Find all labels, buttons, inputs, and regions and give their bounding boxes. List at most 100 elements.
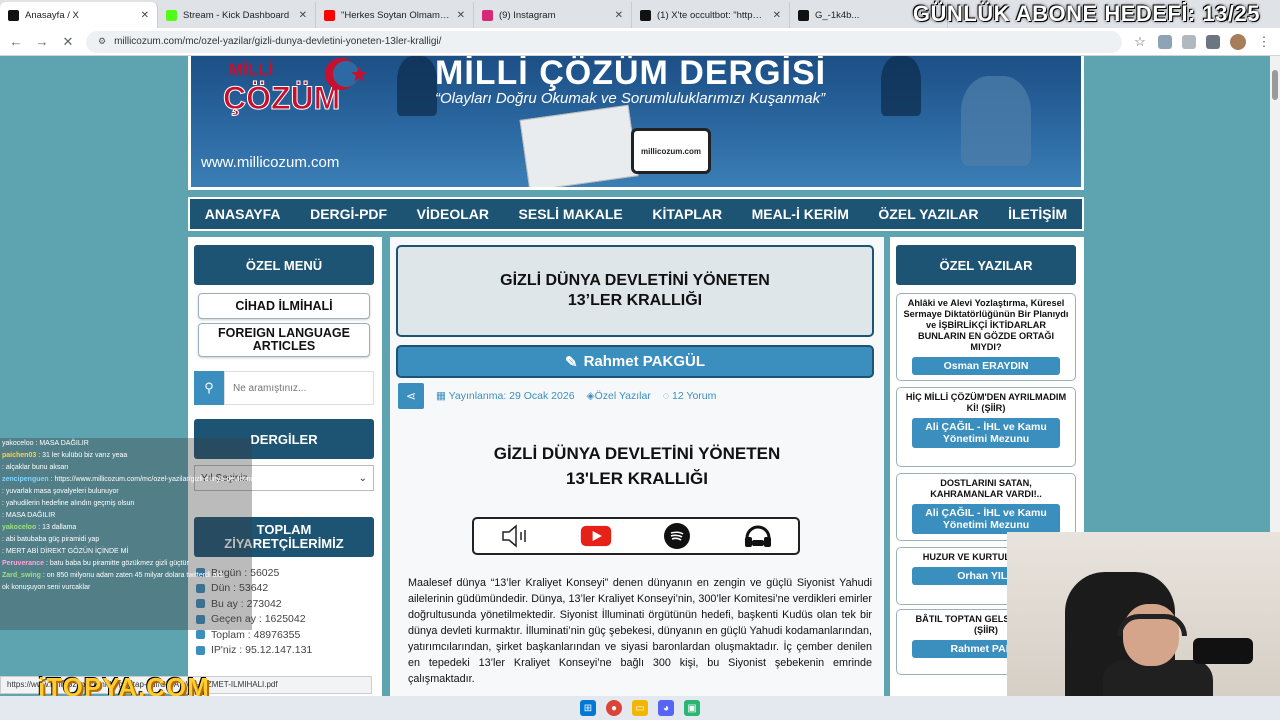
- stat-row: IP'niz : 95.12.147.131: [196, 643, 372, 659]
- chat-username: zencipenguen: [2, 476, 49, 483]
- chat-text: : alçaklar bunu aksarı: [2, 464, 69, 471]
- comments-link[interactable]: ◌ 12 Yorum: [663, 390, 717, 402]
- nav-item-videolar[interactable]: VİDEOLAR: [417, 206, 489, 222]
- app-icon[interactable]: ▣: [684, 700, 700, 716]
- chat-message: zencipenguen : https://www.millicozum.co…: [0, 474, 252, 486]
- search-icon[interactable]: ⚲: [194, 371, 224, 405]
- chat-text: : batu baba bu piramitte gözükmez gizli …: [44, 560, 189, 567]
- author-bar[interactable]: ✎ Rahmet PAKGÜL: [396, 345, 874, 378]
- site-logo[interactable]: MİLLİ ÇÖZÜM: [217, 56, 367, 126]
- browser-tab[interactable]: Anasayfa / X ✕: [0, 2, 158, 28]
- profile-avatar[interactable]: [1230, 33, 1246, 50]
- post-card[interactable]: DOSTLARINI SATAN, KAHRAMANLAR VARDI!.. A…: [896, 473, 1076, 541]
- spotify-icon[interactable]: [661, 523, 693, 549]
- chat-message: : alçaklar bunu aksarı: [0, 462, 252, 474]
- x-favicon-icon: [640, 9, 651, 21]
- bookmark-star-icon[interactable]: ☆: [1132, 34, 1148, 50]
- main-nav: ANASAYFA DERGİ-PDF VİDEOLAR SESLİ MAKALE…: [188, 197, 1084, 231]
- nav-item-kitaplar[interactable]: KİTAPLAR: [652, 206, 722, 222]
- headset-icon: [1117, 614, 1187, 636]
- browser-tab[interactable]: (1) X'te occultbot: "https://t.co/✕: [632, 2, 790, 28]
- browser-tab[interactable]: "Herkes Soytan Olmamalı" ✕: [316, 2, 474, 28]
- nav-item-ozel-yazilar[interactable]: ÖZEL YAZILAR: [878, 206, 978, 222]
- publish-date: ▦ Yayınlanma: 29 Ocak 2026: [436, 390, 575, 402]
- browser-tab[interactable]: (9) Instagram ✕: [474, 2, 632, 28]
- menu-kebab-icon[interactable]: ⋮: [1256, 34, 1272, 50]
- foreign-language-articles-button[interactable]: FOREIGN LANGUAGE ARTICLES: [198, 323, 370, 357]
- extension-icon[interactable]: [1158, 34, 1172, 49]
- file-explorer-icon[interactable]: ▭: [632, 700, 648, 716]
- chat-text: : on 850 milyonu adam zaten 45 milyar do…: [40, 572, 224, 579]
- youtube-icon[interactable]: [580, 523, 612, 549]
- category-link[interactable]: ◈Özel Yazılar: [587, 390, 651, 402]
- podcast-icon[interactable]: [742, 523, 774, 549]
- scrollbar-thumb[interactable]: [1272, 70, 1278, 100]
- magazine-cover-image: [519, 104, 639, 187]
- extension-icon[interactable]: [1182, 34, 1196, 49]
- chat-message: : yahudilerin hedefine alındın geçmiş ol…: [0, 498, 252, 510]
- post-meta: ⋖ ▦ Yayınlanma: 29 Ocak 2026 ◈Özel Yazıl…: [398, 383, 716, 409]
- chat-text: : 13 dallama: [36, 524, 77, 531]
- chat-text: : https://www.millicozum.com/mc/ozel-yaz…: [50, 476, 252, 483]
- chat-username: yakoceloo: [2, 524, 37, 531]
- soldier-silhouette-image: [397, 56, 437, 116]
- chat-message: yakoceloo : 13 dallama: [0, 522, 252, 534]
- site-info-icon[interactable]: ⚙: [98, 36, 106, 47]
- article-title: GİZLİ DÜNYA DEVLETİNİ YÖNETEN 13'LER KRA…: [493, 444, 781, 488]
- address-bar: ← → ✕ ⚙ millicozum.com/mc/ozel-yazilar/g…: [0, 28, 1280, 56]
- windows-start-icon[interactable]: ⊞: [580, 700, 596, 716]
- share-icon[interactable]: ⋖: [398, 383, 424, 409]
- article-column: GİZLİ DÜNYA DEVLETİNİ YÖNETEN 13’LER KRA…: [390, 237, 884, 696]
- post-card[interactable]: HİÇ MİLLİ ÇÖZÜM'DEN AYRILMADIM Kİ! (ŞİİR…: [896, 387, 1076, 467]
- chat-text: yakoceloo : MASA DAĞILIR: [2, 440, 89, 447]
- nav-item-iletisim[interactable]: İLETİŞİM: [1008, 206, 1067, 222]
- speaker-icon[interactable]: [499, 523, 531, 549]
- chat-username: Peruverance: [2, 560, 45, 567]
- forward-icon[interactable]: →: [34, 34, 50, 49]
- close-tab-icon[interactable]: ✕: [773, 10, 781, 21]
- chat-text: : MERT ABİ DİREKT GÖZÜN İÇİNDE Mİ: [2, 548, 129, 555]
- comment-icon: ◌: [662, 390, 673, 402]
- url-field[interactable]: ⚙ millicozum.com/mc/ozel-yazilar/gizli-d…: [86, 30, 1122, 53]
- search-input[interactable]: [224, 371, 374, 405]
- chevron-down-icon: ⌄: [358, 472, 367, 484]
- close-tab-icon[interactable]: ✕: [615, 10, 623, 21]
- nav-item-sesli-makale[interactable]: SESLİ MAKALE: [519, 206, 623, 222]
- chat-message: ok konuşuyon seni vurcaklar: [0, 582, 252, 594]
- post-title-card: GİZLİ DÜNYA DEVLETİNİ YÖNETEN 13’LER KRA…: [396, 245, 874, 337]
- chat-text: : yahudilerin hedefine alındın geçmiş ol…: [2, 500, 135, 507]
- discord-icon[interactable]: ◕: [658, 700, 674, 716]
- chat-message: : abi batubaba güç piramidi yap: [0, 534, 252, 546]
- chat-message: : MASA DAĞILIR: [0, 510, 252, 522]
- back-icon[interactable]: ←: [8, 34, 24, 49]
- banner-slogan: “Olayları Doğru Okumak ve Sorumlulukları…: [435, 90, 826, 107]
- x-favicon-icon: [8, 9, 19, 21]
- chat-username: paichen03: [2, 452, 37, 459]
- x-favicon-icon: [798, 9, 809, 21]
- close-tab-icon[interactable]: ✕: [141, 10, 149, 21]
- microphone-image: [1193, 638, 1253, 664]
- search-box: ⚲: [194, 371, 374, 405]
- magazine-title: MİLLİ ÇÖZÜM DERGİSİ: [435, 56, 827, 92]
- cihad-ilmihali-button[interactable]: CİHAD İLMİHALİ: [198, 293, 370, 319]
- close-tab-icon[interactable]: ✕: [457, 10, 465, 21]
- browser-tab[interactable]: Stream - Kick Dashboard ✕: [158, 2, 316, 28]
- nav-item-anasayfa[interactable]: ANASAYFA: [205, 206, 281, 222]
- chat-text: : abi batubaba güç piramidi yap: [2, 536, 100, 543]
- chat-message: Peruverance : batu baba bu piramitte göz…: [0, 558, 252, 570]
- chrome-icon[interactable]: ●: [606, 700, 622, 716]
- nav-item-dergi-pdf[interactable]: DERGİ-PDF: [310, 206, 387, 222]
- streamer-webcam: [1007, 532, 1280, 696]
- nav-item-meal-i-kerim[interactable]: MEAL-İ KERİM: [752, 206, 849, 222]
- chat-message: Zard_swing : on 850 milyonu adam zaten 4…: [0, 570, 252, 582]
- extensions-puzzle-icon[interactable]: [1206, 34, 1220, 49]
- post-card[interactable]: Ahlâki ve Alevi Yozlaştırma, Küresel Ser…: [896, 293, 1076, 381]
- reload-icon[interactable]: ✕: [60, 34, 76, 50]
- monitor-icon: [196, 645, 205, 655]
- chart-icon: [196, 630, 205, 640]
- site-banner: MİLLİ ÇÖZÜM MİLLİ ÇÖZÜM DERGİSİ “Olaylar…: [188, 56, 1084, 190]
- pen-icon: ✎: [565, 353, 578, 371]
- calendar-icon: ▦: [436, 390, 449, 402]
- close-tab-icon[interactable]: ✕: [299, 10, 307, 21]
- chat-text: : MASA DAĞILIR: [2, 512, 56, 519]
